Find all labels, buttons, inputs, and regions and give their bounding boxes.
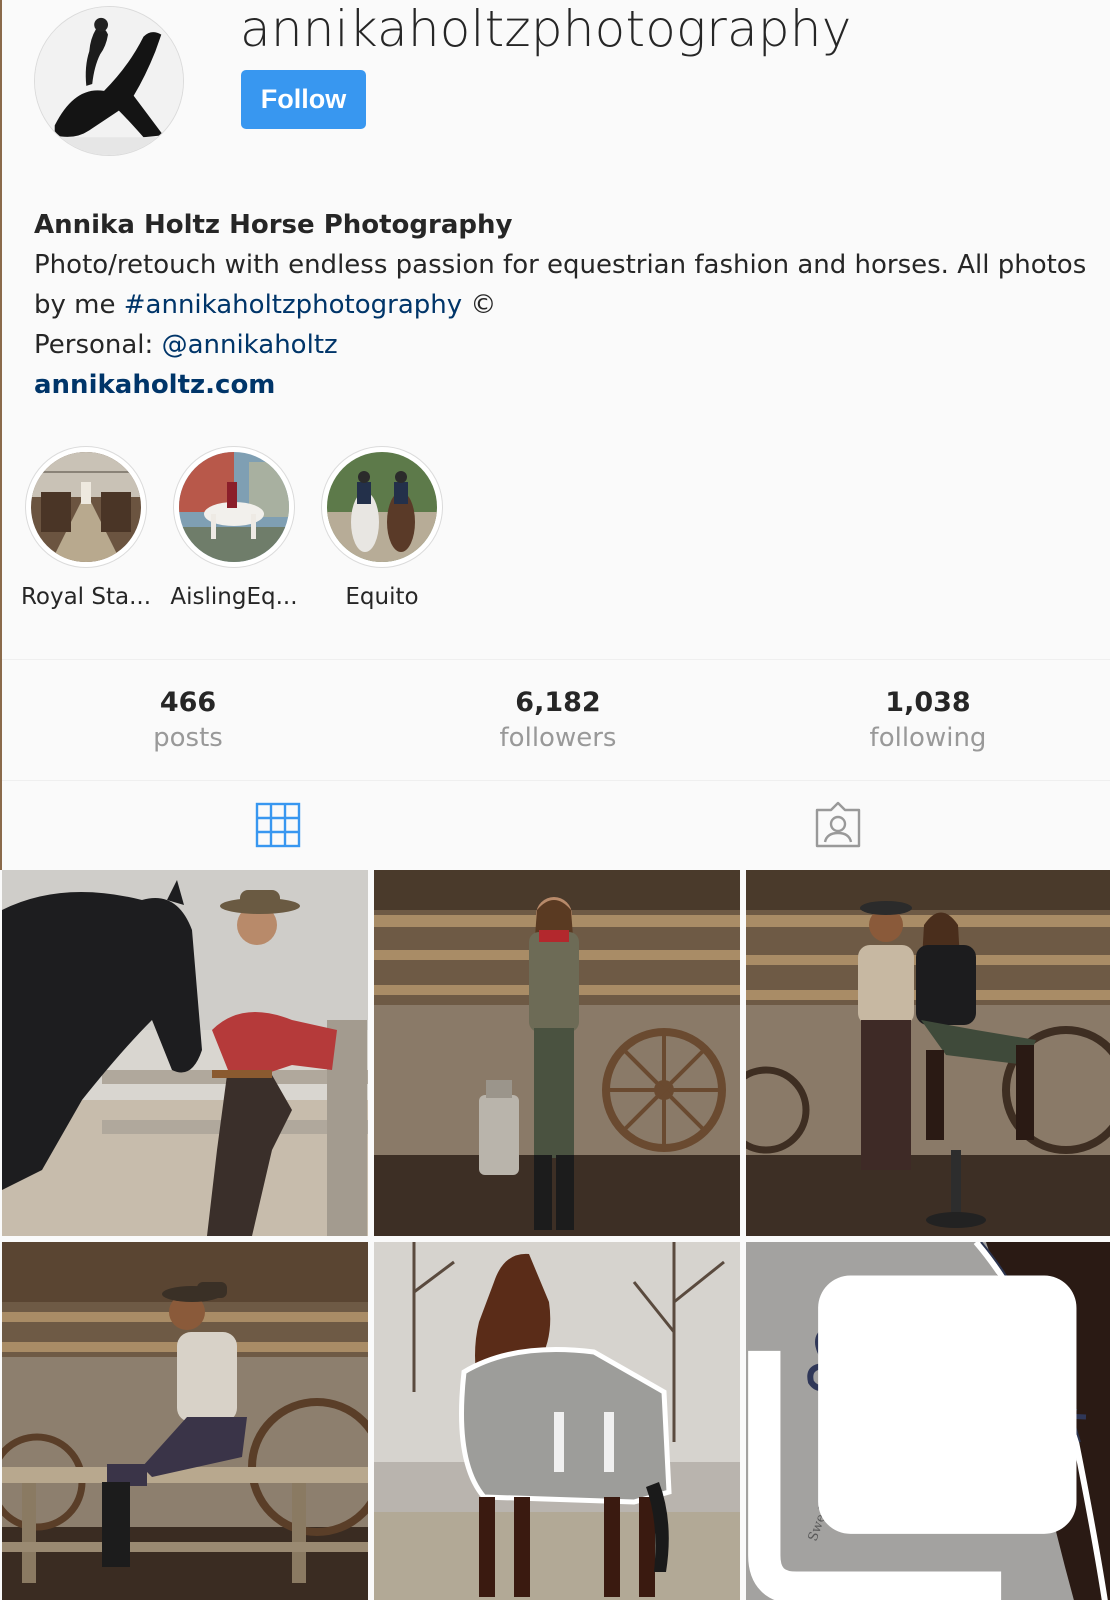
website-link[interactable]: annikaholtz.com: [34, 370, 275, 400]
tab-posts-grid[interactable]: [253, 800, 303, 850]
posts-count: 466: [159, 687, 217, 718]
profile-bio: Annika Holtz Horse Photography Photo/ret…: [34, 205, 1094, 405]
post-thumbnail[interactable]: [2, 1242, 368, 1600]
follow-button[interactable]: Follow: [241, 70, 366, 129]
post-thumbnail[interactable]: [374, 1242, 740, 1600]
mention-link[interactable]: @annikaholtz: [162, 330, 338, 360]
post-thumbnail[interactable]: [2, 870, 368, 1236]
highlight-label: Equito: [345, 584, 419, 610]
post-thumbnail[interactable]: [374, 870, 740, 1236]
posts-grid: Swedish Collection: [2, 870, 1110, 1600]
post-thumbnail[interactable]: Swedish Collection: [746, 1242, 1110, 1600]
highlight-ring: [321, 446, 443, 568]
bio-text: ©: [462, 290, 497, 320]
following-count: 1,038: [885, 687, 971, 718]
highlight-ring: [25, 446, 147, 568]
profile-avatar[interactable]: [34, 6, 184, 156]
bio-line-3: Personal: @annikaholtz: [34, 325, 1094, 365]
profile-tabs: [2, 782, 1110, 868]
profile-stats: 466 posts 6,182 followers 1,038 followin…: [2, 659, 1110, 781]
profile-header: annikaholtzphotography Follow: [0, 0, 1110, 200]
highlight-image: [179, 452, 289, 562]
highlight-aisling[interactable]: AislingEq...: [160, 446, 308, 610]
followers-label: followers: [499, 723, 617, 753]
tagged-icon: [815, 801, 861, 848]
highlight-equito[interactable]: Equito: [308, 446, 456, 610]
grid-icon: [255, 802, 301, 848]
bio-text: Personal:: [34, 330, 162, 360]
bio-line-1: Photo/retouch with endless passion for e…: [34, 250, 1087, 280]
highlight-royal-stables[interactable]: Royal Sta...: [12, 446, 160, 610]
profile-username: annikaholtzphotography: [240, 0, 852, 58]
stat-posts: 466 posts: [58, 686, 318, 756]
post-thumbnail[interactable]: [746, 870, 1110, 1236]
highlight-ring: [173, 446, 295, 568]
posts-label: posts: [153, 723, 223, 753]
bio-line-2: by me #annikaholtzphotography ©: [34, 285, 1094, 325]
stat-following[interactable]: 1,038 following: [798, 686, 1058, 756]
tab-tagged[interactable]: [813, 800, 863, 850]
highlight-image: [31, 452, 141, 562]
story-highlights: Royal Sta... AislingEq... Equito: [0, 446, 1110, 616]
bio-text: by me: [34, 290, 124, 320]
highlight-image: [327, 452, 437, 562]
profile-full-name: Annika Holtz Horse Photography: [34, 210, 513, 240]
multiple-photos-icon: [748, 1275, 1077, 1600]
followers-count: 6,182: [515, 687, 601, 718]
following-label: following: [869, 723, 987, 753]
hashtag-link[interactable]: #annikaholtzphotography: [124, 290, 462, 320]
highlight-label: Royal Sta...: [20, 584, 152, 610]
highlight-label: AislingEq...: [170, 584, 298, 610]
stat-followers[interactable]: 6,182 followers: [428, 686, 688, 756]
